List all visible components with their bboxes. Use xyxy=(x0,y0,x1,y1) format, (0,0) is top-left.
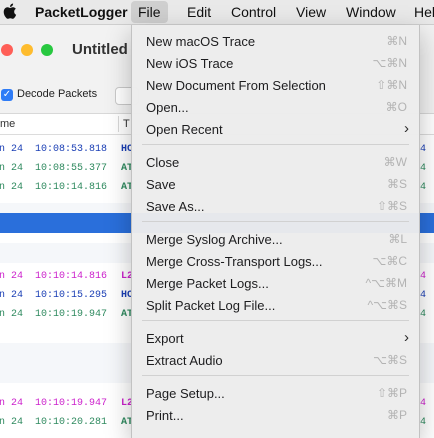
log-tail: 4 xyxy=(420,290,427,301)
menu-separator xyxy=(142,221,409,222)
menu-item-shortcut: ⇧⌘P xyxy=(376,386,407,400)
menu-item-close[interactable]: Close ⌘W xyxy=(132,152,419,174)
window-title: Untitled xyxy=(72,41,128,58)
menu-item-page-setup[interactable]: Page Setup... ⇧⌘P xyxy=(132,383,419,405)
log-date: n 24 xyxy=(0,182,24,193)
menu-item-label: Merge Cross-Transport Logs... xyxy=(146,254,323,269)
submenu-chevron-icon: › xyxy=(404,120,409,137)
log-tail: 4 xyxy=(420,271,427,282)
menu-item-shortcut: ⌥⌘N xyxy=(372,56,408,70)
log-tail: 4 xyxy=(420,144,427,155)
menu-item-label: New Document From Selection xyxy=(146,78,326,93)
menu-item-open[interactable]: Open... ⌘O xyxy=(132,97,419,119)
log-date: n 24 xyxy=(0,144,24,155)
log-tail: 4 xyxy=(420,182,427,193)
menu-item-label: New iOS Trace xyxy=(146,56,234,71)
column-header-time[interactable]: me xyxy=(0,118,15,130)
log-time: 10:10:19.947 xyxy=(35,398,108,409)
log-date: n 24 xyxy=(0,290,24,301)
menu-item-shortcut: ⌘O xyxy=(385,100,407,114)
menubar-view[interactable]: View xyxy=(296,0,326,24)
decode-packets-label: Decode Packets xyxy=(17,88,98,100)
menu-item-shortcut: ⇧⌘N xyxy=(376,78,407,92)
menubar-control[interactable]: Control xyxy=(231,0,276,24)
menu-item-merge-cross-transport-logs[interactable]: Merge Cross-Transport Logs... ⌥⌘C xyxy=(132,251,419,273)
menu-item-export[interactable]: Export › xyxy=(132,328,419,350)
zoom-window-button[interactable] xyxy=(41,44,53,56)
decode-packets-checkbox[interactable]: ✓ xyxy=(1,89,13,101)
menu-item-open-recent[interactable]: Open Recent › xyxy=(132,119,419,141)
menu-item-shortcut: ⌘L xyxy=(388,232,407,246)
log-date: n 24 xyxy=(0,398,24,409)
log-time: 10:10:19.947 xyxy=(35,309,108,320)
close-window-button[interactable] xyxy=(1,44,13,56)
column-header-type[interactable]: T xyxy=(123,118,130,130)
menu-item-save-as[interactable]: Save As... ⇧⌘S xyxy=(132,196,419,218)
log-time: 10:10:14.816 xyxy=(35,271,108,282)
menu-item-label: Merge Syslog Archive... xyxy=(146,232,283,247)
menu-item-shortcut: ⌥⌘C xyxy=(372,254,408,268)
menu-item-print[interactable]: Print... ⌘P xyxy=(132,405,419,427)
menu-item-extract-audio[interactable]: Extract Audio ⌥⌘S xyxy=(132,350,419,372)
menu-item-label: Merge Packet Logs... xyxy=(146,276,269,291)
menu-item-new-document-from-selection[interactable]: New Document From Selection ⇧⌘N xyxy=(132,75,419,97)
menu-item-shortcut: ⌘W xyxy=(383,155,407,169)
menu-item-label: Open... xyxy=(146,100,189,115)
log-date: n 24 xyxy=(0,309,24,320)
log-date: n 24 xyxy=(0,417,24,428)
menu-item-merge-syslog-archive[interactable]: Merge Syslog Archive... ⌘L xyxy=(132,229,419,251)
apple-logo-icon[interactable] xyxy=(3,2,17,20)
log-time: 10:10:14.816 xyxy=(35,182,108,193)
log-date: n 24 xyxy=(0,271,24,282)
menubar-file[interactable]: File xyxy=(131,1,168,23)
menubar-app-name[interactable]: PacketLogger xyxy=(35,0,128,24)
menu-item-label: Save As... xyxy=(146,199,205,214)
menu-item-label: Print... xyxy=(146,408,184,423)
menu-item-label: Export xyxy=(146,331,184,346)
menu-item-merge-packet-logs[interactable]: Merge Packet Logs... ^⌥⌘M xyxy=(132,273,419,295)
minimize-window-button[interactable] xyxy=(21,44,33,56)
menu-item-shortcut: ⇧⌘S xyxy=(376,199,407,213)
menu-item-new-macos-trace[interactable]: New macOS Trace ⌘N xyxy=(132,31,419,53)
menu-item-label: Extract Audio xyxy=(146,353,223,368)
menu-separator xyxy=(142,144,409,145)
menu-item-shortcut: ^⌥⌘S xyxy=(367,298,407,312)
menubar-window[interactable]: Window xyxy=(346,0,396,24)
menu-item-label: Page Setup... xyxy=(146,386,225,401)
log-tail: 4 xyxy=(420,309,427,320)
log-tail: 4 xyxy=(420,417,427,428)
menu-item-label: Split Packet Log File... xyxy=(146,298,276,313)
menu-separator xyxy=(142,320,409,321)
log-date: n 24 xyxy=(0,163,24,174)
menu-item-shortcut: ^⌥⌘M xyxy=(365,276,407,290)
log-tail: 4 xyxy=(420,163,427,174)
menu-item-label: Save xyxy=(146,177,176,192)
menu-item-label: Open Recent xyxy=(146,122,223,137)
menu-bar: PacketLogger File Edit Control View Wind… xyxy=(0,0,434,25)
log-tail: 4 xyxy=(420,398,427,409)
log-time: 10:10:15.295 xyxy=(35,290,108,301)
menu-item-new-ios-trace[interactable]: New iOS Trace ⌥⌘N xyxy=(132,53,419,75)
menu-item-shortcut: ⌘S xyxy=(386,177,407,191)
menu-item-split-packet-log-file[interactable]: Split Packet Log File... ^⌥⌘S xyxy=(132,295,419,317)
menu-item-label: Close xyxy=(146,155,180,170)
log-time: 10:08:53.818 xyxy=(35,144,108,155)
menu-item-shortcut: ⌥⌘S xyxy=(373,353,407,367)
log-time: 10:10:20.281 xyxy=(35,417,108,428)
menu-item-label: New macOS Trace xyxy=(146,34,256,49)
menu-item-save[interactable]: Save ⌘S xyxy=(132,174,419,196)
file-menu: New macOS Trace ⌘N New iOS Trace ⌥⌘N New… xyxy=(131,25,420,438)
menu-item-shortcut: ⌘P xyxy=(386,408,407,422)
column-divider[interactable] xyxy=(118,116,119,132)
menu-separator xyxy=(142,375,409,376)
menu-item-shortcut: ⌘N xyxy=(386,34,407,48)
menubar-help[interactable]: Help xyxy=(414,0,434,24)
menubar-edit[interactable]: Edit xyxy=(187,0,211,24)
log-time: 10:08:55.377 xyxy=(35,163,108,174)
submenu-chevron-icon: › xyxy=(404,329,409,346)
